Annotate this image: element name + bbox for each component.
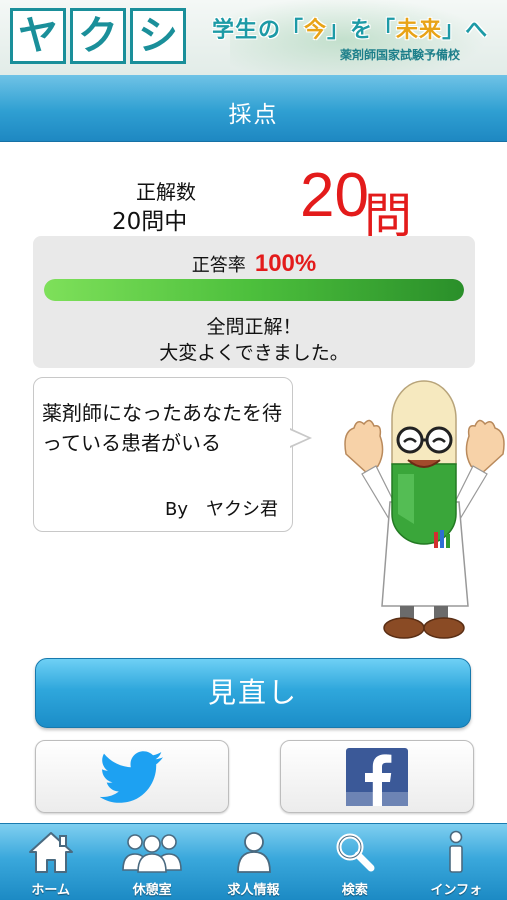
tab-label: 検索 [341, 883, 368, 898]
review-button[interactable]: 見直し [35, 658, 471, 728]
twitter-share-button[interactable] [35, 740, 229, 813]
info-icon [449, 830, 464, 873]
search-icon [336, 833, 375, 872]
tagline-highlight: 今 [304, 18, 328, 43]
speech-bubble: 薬剤師になったあなたを待っている患者がいる By ヤクシ君 [33, 377, 293, 532]
bubble-signature: By ヤクシ君 [164, 499, 278, 520]
result-line-2: 大変よくできました。 [159, 342, 349, 364]
accuracy-label: 正答率 [191, 255, 246, 276]
people-icon [122, 834, 182, 873]
accuracy-progress-bar [44, 279, 464, 301]
app-banner: ヤ ク シ 学生の「今」を「未来」へ 薬剤師国家試験予備校 [0, 0, 507, 75]
accuracy-progress-fill [44, 279, 464, 301]
facebook-icon [346, 747, 408, 806]
tab-label: ホーム [31, 883, 71, 898]
tab-search[interactable]: 検索 [304, 824, 405, 900]
home-icon [28, 832, 73, 873]
tagline-part: 」へ [442, 18, 489, 43]
yakushi-logo: ヤ ク シ [10, 8, 186, 66]
bubble-tail-inner [290, 430, 308, 446]
correct-count-label: 正解数 [136, 180, 196, 204]
tagline-part: 」を「 [327, 18, 397, 43]
person-icon [236, 832, 271, 873]
tab-lounge[interactable]: 休憩室 [101, 824, 202, 900]
yakushi-mascot-image [344, 380, 505, 639]
tab-label: 求人情報 [227, 883, 280, 898]
facebook-share-button[interactable] [280, 740, 474, 813]
result-message: 全問正解！ 大変よくできました。 [33, 314, 475, 366]
logo-char: ク [70, 8, 126, 64]
result-panel: 正答率 100% 全問正解！ 大変よくできました。 [33, 236, 475, 368]
banner-subtitle: 薬剤師国家試験予備校 [340, 48, 461, 62]
tab-info[interactable]: インフォ [406, 824, 507, 900]
nav-header: 採点 [0, 75, 507, 142]
tab-label: 休憩室 [132, 883, 172, 898]
logo-char: ヤ [10, 8, 66, 64]
logo-char: シ [130, 8, 186, 64]
tagline-highlight: 未来 [396, 18, 443, 43]
tagline-part: 学生の「 [212, 18, 305, 43]
total-questions: 20問中 [112, 209, 188, 235]
bubble-message: 薬剤師になったあなたを待っている患者がいる [42, 401, 282, 455]
result-line-1: 全問正解！ [206, 316, 302, 338]
tab-jobs[interactable]: 求人情報 [203, 824, 304, 900]
page-title: 採点 [228, 102, 279, 128]
tab-home[interactable]: ホーム [0, 824, 101, 900]
correct-count-value: 20 [300, 161, 369, 230]
twitter-bird-icon [100, 750, 163, 803]
accuracy-value: 100% [254, 250, 317, 277]
tab-label: インフォ [430, 883, 483, 898]
bottom-tab-bar: ホーム 休憩室 求人情報 検索 インフォ [0, 823, 507, 900]
banner-tagline: 学生の「今」を「未来」へ [212, 12, 488, 44]
accuracy-row: 正答率 100% [33, 250, 475, 278]
